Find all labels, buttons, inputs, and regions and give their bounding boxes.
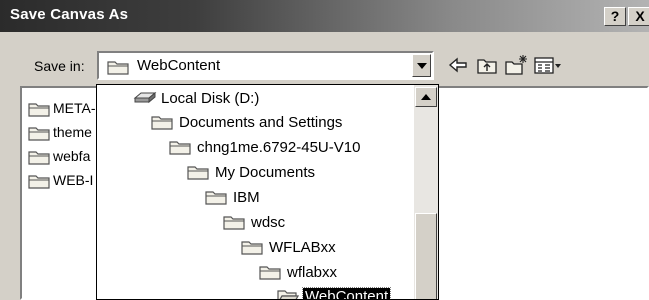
folder-icon (28, 101, 50, 120)
save-in-value: WebContent (137, 57, 221, 74)
scrollbar-thumb[interactable] (415, 213, 437, 299)
dropdown-item-label: Documents and Settings (179, 114, 343, 131)
save-in-combobox[interactable]: WebContent (97, 51, 434, 80)
view-menu-icon[interactable] (533, 54, 563, 76)
folder-icon (205, 189, 227, 209)
folder-icon (28, 125, 50, 144)
folder-icon (187, 164, 209, 184)
folder-icon (107, 59, 129, 80)
dropdown-item-label: WFLABxx (269, 239, 336, 256)
up-folder-icon[interactable] (476, 54, 498, 76)
folder-icon (241, 239, 263, 259)
dropdown-item-label: wflabxx (287, 264, 338, 281)
open-folder-icon (277, 288, 300, 299)
folder-icon (169, 139, 191, 159)
dropdown-scrollbar[interactable] (414, 85, 438, 299)
folder-icon (28, 149, 50, 168)
title-bar[interactable]: Save Canvas As ? X (0, 0, 649, 32)
dropdown-item-label: wdsc (251, 214, 286, 231)
list-item-label: theme (53, 124, 92, 140)
dropdown-item-label: WebContent (301, 287, 392, 299)
folder-icon (28, 173, 50, 192)
dropdown-item-label: My Documents (215, 164, 316, 181)
save-canvas-dialog: Save Canvas As ? X Save in: WebContent M… (0, 0, 649, 300)
help-button[interactable]: ? (604, 7, 626, 26)
folder-icon (151, 114, 173, 134)
dialog-title: Save Canvas As (10, 6, 129, 23)
folder-icon (223, 214, 245, 234)
list-item-label: WEB-I (53, 172, 94, 188)
scroll-up-arrow-icon[interactable] (415, 87, 437, 107)
list-item-label: webfa (53, 148, 91, 164)
dropdown-item-label: IBM (233, 189, 260, 206)
folder-icon (259, 264, 281, 284)
new-folder-icon[interactable] (504, 54, 527, 76)
save-in-label: Save in: (34, 58, 85, 74)
disk-drive-icon (133, 90, 157, 110)
chevron-down-icon[interactable] (412, 54, 431, 77)
dropdown-item-label: chng1me.6792-45U-V10 (197, 139, 361, 156)
close-button[interactable]: X (628, 7, 649, 26)
save-in-dropdown-list[interactable]: Local Disk (D:) Documents and Settings c… (96, 84, 439, 300)
dropdown-item-label: Local Disk (D:) (161, 90, 260, 107)
back-arrow-icon[interactable] (447, 54, 469, 76)
list-item-label: META- (53, 100, 96, 116)
